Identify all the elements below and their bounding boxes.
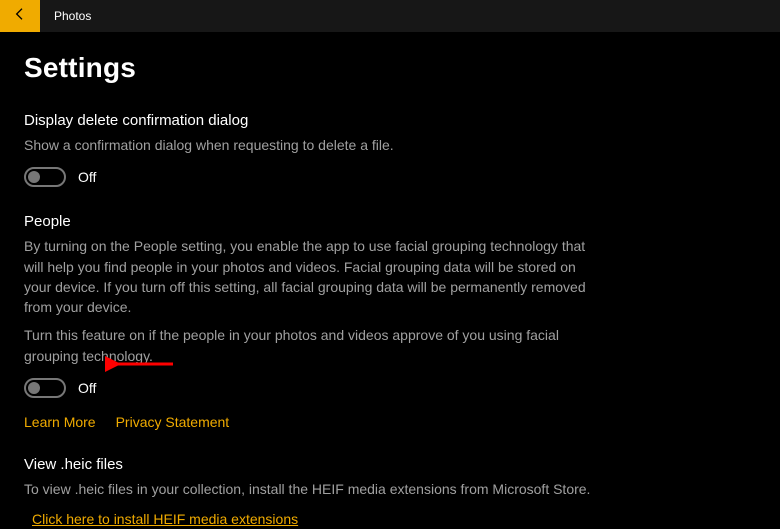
toggle-state-label: Off xyxy=(78,169,96,185)
app-title: Photos xyxy=(54,9,91,23)
section-description-2: Turn this feature on if the people in yo… xyxy=(24,325,594,366)
back-arrow-icon xyxy=(12,6,28,27)
privacy-statement-link[interactable]: Privacy Statement xyxy=(116,414,230,430)
toggle-knob xyxy=(28,382,40,394)
section-description: Show a confirmation dialog when requesti… xyxy=(24,135,594,155)
section-delete-confirm: Display delete confirmation dialog Show … xyxy=(24,112,594,187)
section-description: To view .heic files in your collection, … xyxy=(24,479,594,499)
section-heading: View .heic files xyxy=(24,456,594,473)
section-heic: View .heic files To view .heic files in … xyxy=(24,456,594,529)
page-title: Settings xyxy=(24,52,756,84)
toggle-knob xyxy=(28,171,40,183)
section-description: By turning on the People setting, you en… xyxy=(24,236,594,317)
learn-more-link[interactable]: Learn More xyxy=(24,414,96,430)
section-heading: People xyxy=(24,213,594,230)
back-button[interactable] xyxy=(0,0,40,32)
section-heading: Display delete confirmation dialog xyxy=(24,112,594,129)
delete-confirm-toggle[interactable] xyxy=(24,167,66,187)
title-bar: Photos xyxy=(0,0,780,32)
toggle-state-label: Off xyxy=(78,380,96,396)
people-toggle[interactable] xyxy=(24,378,66,398)
section-people: People By turning on the People setting,… xyxy=(24,213,594,430)
